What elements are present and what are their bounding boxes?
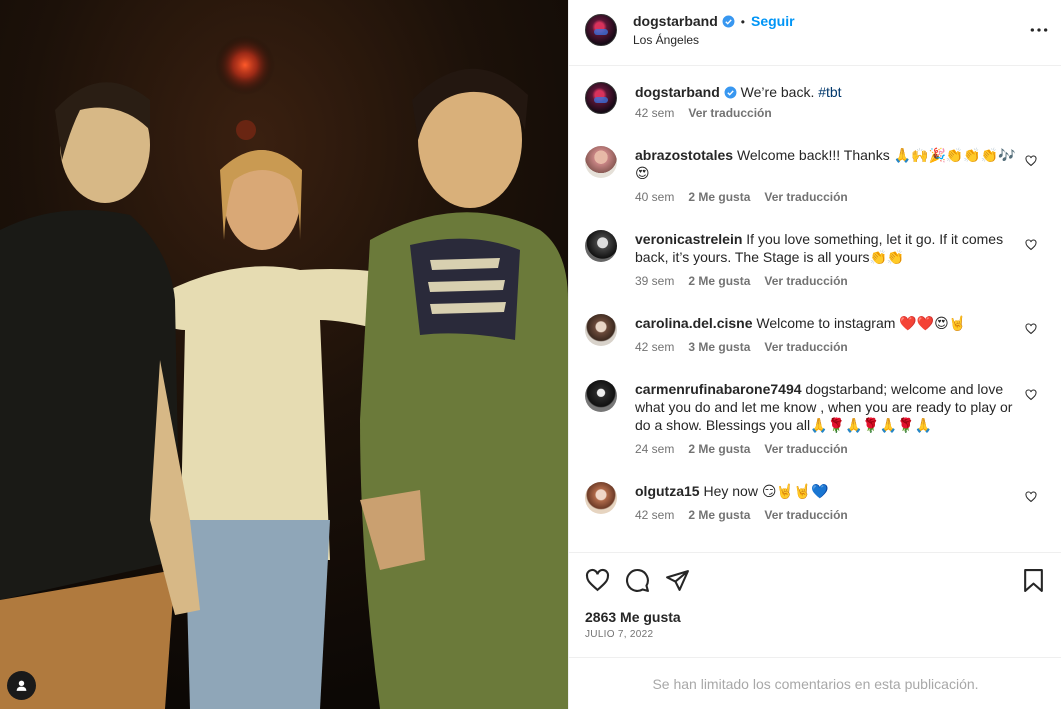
comment-meta: 40 sem 2 Me gusta Ver traducción [635,190,848,204]
comment-meta: 24 sem 2 Me gusta Ver traducción [635,442,848,456]
comment-item: abrazostotales Welcome back!!! Thanks 🙏🙌… [585,146,1045,206]
see-translation-button[interactable]: Ver traducción [764,340,847,354]
comment-likes[interactable]: 2 Me gusta [688,442,750,456]
comment-text: olgutza15 Hey now 😏🤘🤘💙 [635,482,1030,500]
instagram-post-view: dogstarband • Seguir Los Ángeles dogstarba… [0,0,1061,709]
band-photo-image [0,0,568,709]
commenter-avatar[interactable] [585,230,617,262]
author-username[interactable]: dogstarband [633,13,718,29]
comment-meta: 39 sem 2 Me gusta Ver traducción [635,274,848,288]
post-date[interactable]: JULIO 7, 2022 [585,629,653,640]
comment-meta: 42 sem 3 Me gusta Ver traducción [635,340,848,354]
comment-text: carmenrufinabarone7494 dogstarband; welc… [635,380,1030,434]
comment-body: Hey now 😏🤘🤘💙 [703,483,829,499]
post-details-panel: dogstarband • Seguir Los Ángeles dogstarba… [568,0,1061,709]
see-translation-button[interactable]: Ver traducción [764,442,847,456]
caption-text: dogstarband We’re back. #tbt [635,83,1030,101]
caption-username[interactable]: dogstarband [635,84,720,100]
see-translation-button[interactable]: Ver traducción [688,106,771,120]
comment-time[interactable]: 42 sem [635,508,674,522]
caption-body: We’re back. [740,84,819,100]
comment-item: carmenrufinabarone7494 dogstarband; welc… [585,380,1045,458]
caption-time[interactable]: 42 sem [635,106,674,120]
caption-meta: 42 sem Ver traducción [635,106,772,120]
comment-time[interactable]: 39 sem [635,274,674,288]
likes-count[interactable]: 2863 Me gusta [585,609,681,625]
comment-item: carolina.del.cisne Welcome to instagram … [585,314,1045,356]
commenter-username[interactable]: olgutza15 [635,483,700,499]
comment-item: veronicastrelein If you love something, … [585,230,1045,290]
author-avatar[interactable] [585,14,617,46]
author-line: dogstarband • Seguir [633,13,795,29]
comment-icon[interactable] [625,568,650,593]
see-translation-button[interactable]: Ver traducción [764,508,847,522]
like-comment-heart-icon[interactable] [1025,239,1037,251]
comment-item: olgutza15 Hey now 😏🤘🤘💙 42 sem 2 Me gusta… [585,482,1045,524]
comment-body: Welcome to instagram ❤️❤️😍🤘 [756,315,967,331]
comment-time[interactable]: 40 sem [635,190,674,204]
comments-list[interactable]: dogstarband We’re back. #tbt 42 sem Ver … [569,66,1061,552]
user-tag-icon [16,680,27,691]
commenter-avatar[interactable] [585,146,617,178]
see-translation-button[interactable]: Ver traducción [764,190,847,204]
caption-author-avatar[interactable] [585,82,617,114]
commenter-username[interactable]: veronicastrelein [635,231,742,247]
separator-dot: • [740,15,745,29]
bookmark-icon[interactable] [1021,568,1046,593]
see-translation-button[interactable]: Ver traducción [764,274,847,288]
verified-badge-icon [724,86,737,99]
caption-hashtag[interactable]: #tbt [818,84,841,100]
commenter-username[interactable]: abrazostotales [635,147,733,163]
tagged-users-button[interactable] [7,671,36,700]
comment-time[interactable]: 24 sem [635,442,674,456]
like-comment-heart-icon[interactable] [1025,323,1037,335]
commenter-username[interactable]: carmenrufinabarone7494 [635,381,802,397]
post-actions: 2863 Me gusta JULIO 7, 2022 [569,552,1061,657]
commenter-avatar[interactable] [585,482,617,514]
verified-badge-icon [722,15,735,28]
more-options-icon[interactable] [1029,22,1049,38]
like-comment-heart-icon[interactable] [1025,389,1037,401]
commenter-avatar[interactable] [585,314,617,346]
post-header: dogstarband • Seguir Los Ángeles [569,0,1061,66]
comment-likes[interactable]: 2 Me gusta [688,190,750,204]
heart-icon[interactable] [585,568,610,593]
like-comment-heart-icon[interactable] [1025,155,1037,167]
comment-time[interactable]: 42 sem [635,340,674,354]
commenter-username[interactable]: carolina.del.cisne [635,315,753,331]
post-caption: dogstarband We’re back. #tbt 42 sem Ver … [585,82,1045,132]
comment-text: veronicastrelein If you love something, … [635,230,1030,266]
comment-text: abrazostotales Welcome back!!! Thanks 🙏🙌… [635,146,1030,182]
comment-text: carolina.del.cisne Welcome to instagram … [635,314,1030,332]
comment-likes[interactable]: 3 Me gusta [688,340,750,354]
commenter-avatar[interactable] [585,380,617,412]
share-icon[interactable] [665,568,690,593]
comment-likes[interactable]: 2 Me gusta [688,274,750,288]
like-comment-heart-icon[interactable] [1025,491,1037,503]
comment-meta: 42 sem 2 Me gusta Ver traducción [635,508,848,522]
post-location[interactable]: Los Ángeles [633,33,699,47]
comments-limited-notice: Se han limitado los comentarios en esta … [569,657,1061,709]
post-photo[interactable] [0,0,568,709]
comment-likes[interactable]: 2 Me gusta [688,508,750,522]
follow-button[interactable]: Seguir [751,13,795,29]
